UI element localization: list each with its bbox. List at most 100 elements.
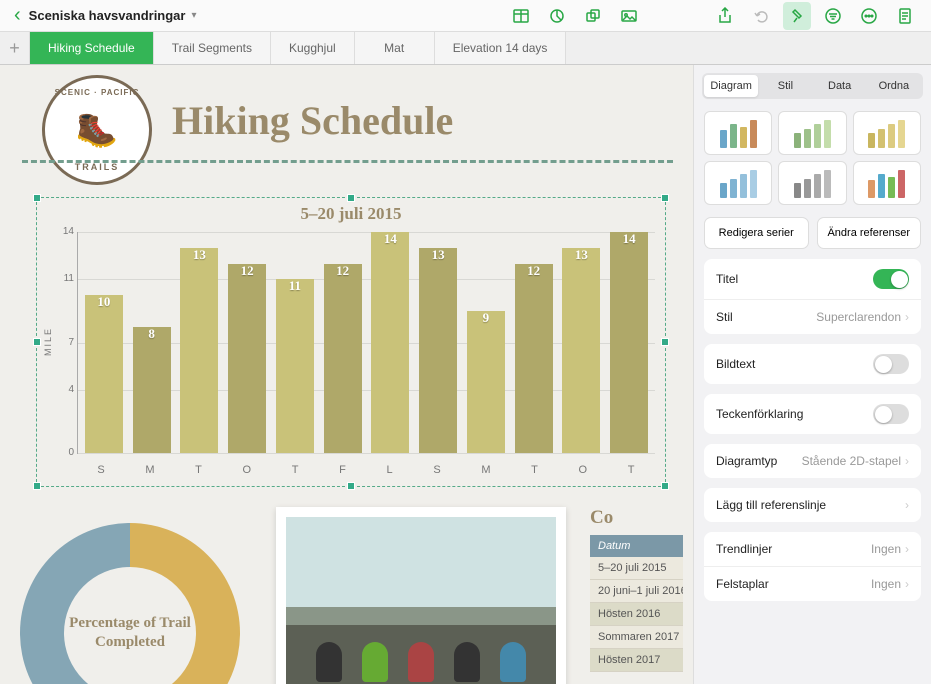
error-value: Ingen: [871, 577, 901, 591]
mini-table[interactable]: Co Datum 5–20 juli 2015 20 juni–1 juli 2…: [590, 507, 683, 672]
chart-plot-area: 04711141081312111214139121314: [77, 232, 655, 454]
shape-icon[interactable]: [579, 2, 607, 30]
back-button[interactable]: ‹: [8, 4, 27, 27]
caption-toggle[interactable]: [873, 354, 909, 374]
add-sheet-button[interactable]: +: [0, 32, 30, 64]
chart-bar[interactable]: 11: [276, 279, 314, 453]
document-icon[interactable]: [891, 2, 919, 30]
option-label: Felstaplar: [716, 577, 769, 591]
x-tick-label: S: [97, 464, 104, 476]
logo-badge: SCENIC · PACIFIC 🥾 TRAILS: [42, 75, 152, 185]
photo[interactable]: [276, 507, 566, 684]
resize-handle[interactable]: [661, 338, 669, 346]
option-label: Lägg till referenslinje: [716, 498, 826, 512]
chart-style-1[interactable]: [704, 111, 772, 155]
donut-label: Percentage of Trail Completed: [64, 567, 196, 684]
divider-line: [22, 160, 673, 163]
chart-bar[interactable]: 14: [371, 232, 409, 453]
x-tick-label: O: [243, 464, 252, 476]
option-caption[interactable]: Bildtext: [704, 344, 921, 384]
canvas[interactable]: SCENIC · PACIFIC 🥾 TRAILS Hiking Schedul…: [0, 65, 693, 684]
table-row[interactable]: Hösten 2016: [590, 603, 683, 626]
resize-handle[interactable]: [661, 194, 669, 202]
bar-chart[interactable]: 5–20 juli 2015 MILE 04711141081312111214…: [36, 197, 666, 487]
legend-toggle[interactable]: [873, 404, 909, 424]
donut-chart[interactable]: Percentage of Trail Completed: [20, 523, 240, 684]
chart-bar[interactable]: 14: [610, 232, 648, 453]
option-legend[interactable]: Teckenförklaring: [704, 394, 921, 434]
chart-style-grid: [694, 107, 931, 217]
seg-data[interactable]: Data: [813, 75, 867, 97]
chart-style-2[interactable]: [778, 111, 846, 155]
x-tick-label: T: [628, 464, 635, 476]
seg-ordna[interactable]: Ordna: [867, 75, 921, 97]
filter-icon[interactable]: [819, 2, 847, 30]
resize-handle[interactable]: [347, 194, 355, 202]
hiker-icon: 🥾: [76, 110, 118, 150]
document-title[interactable]: Sceniska havsvandringar: [27, 8, 188, 23]
table-row[interactable]: Hösten 2017: [590, 649, 683, 672]
chevron-right-icon: ›: [905, 498, 909, 512]
chevron-right-icon: ›: [905, 454, 909, 468]
x-tick-label: T: [195, 464, 202, 476]
chart-bar[interactable]: 10: [85, 295, 123, 453]
option-chart-type[interactable]: Diagramtyp Stående 2D-stapel›: [704, 444, 921, 478]
resize-handle[interactable]: [347, 482, 355, 490]
tab-kugghjul[interactable]: Kugghjul: [271, 32, 355, 64]
chart-bar[interactable]: 13: [419, 248, 457, 453]
tab-hiking-schedule[interactable]: Hiking Schedule: [30, 32, 154, 64]
table-row[interactable]: 20 juni–1 juli 2016: [590, 580, 683, 603]
tab-elevation[interactable]: Elevation 14 days: [435, 32, 567, 64]
option-error-bars[interactable]: Felstaplar Ingen ›: [704, 567, 921, 601]
table-icon[interactable]: [507, 2, 535, 30]
chart-icon[interactable]: [543, 2, 571, 30]
table-row[interactable]: 5–20 juli 2015: [590, 557, 683, 580]
undo-icon[interactable]: [747, 2, 775, 30]
chart-bar[interactable]: 8: [133, 327, 171, 453]
resize-handle[interactable]: [661, 482, 669, 490]
share-icon[interactable]: [711, 2, 739, 30]
mini-table-title: Co: [590, 507, 683, 535]
chart-style-6[interactable]: [853, 161, 921, 205]
tab-trail-segments[interactable]: Trail Segments: [154, 32, 271, 64]
seg-diagram[interactable]: Diagram: [704, 75, 758, 97]
doc-dropdown-icon[interactable]: ▾: [187, 10, 196, 21]
format-sidebar: Diagram Stil Data Ordna Redigera serier …: [693, 65, 931, 684]
x-tick-label: T: [531, 464, 538, 476]
resize-handle[interactable]: [33, 194, 41, 202]
x-tick-label: T: [292, 464, 299, 476]
x-tick-label: L: [387, 464, 393, 476]
option-title[interactable]: Titel: [704, 259, 921, 300]
chevron-right-icon: ›: [905, 577, 909, 591]
option-trendlines[interactable]: Trendlinjer Ingen›: [704, 532, 921, 567]
table-row[interactable]: Sommaren 2017: [590, 626, 683, 649]
option-label: Diagramtyp: [716, 454, 777, 468]
edit-references-button[interactable]: Ändra referenser: [817, 217, 922, 249]
option-reference-line[interactable]: Lägg till referenslinje ›: [704, 488, 921, 522]
chart-bar[interactable]: 12: [228, 264, 266, 453]
format-brush-icon[interactable]: [783, 2, 811, 30]
chart-style-3[interactable]: [853, 111, 921, 155]
chart-bar[interactable]: 12: [515, 264, 553, 453]
chart-bar[interactable]: 12: [324, 264, 362, 453]
chart-bar[interactable]: 13: [562, 248, 600, 453]
chevron-right-icon: ›: [905, 310, 909, 324]
chart-style-4[interactable]: [704, 161, 772, 205]
edit-series-button[interactable]: Redigera serier: [704, 217, 809, 249]
resize-handle[interactable]: [33, 482, 41, 490]
option-label: Bildtext: [716, 357, 755, 371]
title-toggle[interactable]: [873, 269, 909, 289]
chart-bar[interactable]: 13: [180, 248, 218, 453]
media-icon[interactable]: [615, 2, 643, 30]
chart-style-5[interactable]: [778, 161, 846, 205]
tab-mat[interactable]: Mat: [355, 32, 435, 64]
more-icon[interactable]: [855, 2, 883, 30]
x-tick-label: F: [339, 464, 346, 476]
resize-handle[interactable]: [33, 338, 41, 346]
seg-stil[interactable]: Stil: [758, 75, 812, 97]
option-label: Stil: [716, 310, 733, 324]
top-toolbar: ‹ Sceniska havsvandringar ▾: [0, 0, 931, 32]
option-style[interactable]: Stil Superclarendon›: [704, 300, 921, 334]
mini-table-header: Datum: [590, 535, 683, 557]
chart-bar[interactable]: 9: [467, 311, 505, 453]
